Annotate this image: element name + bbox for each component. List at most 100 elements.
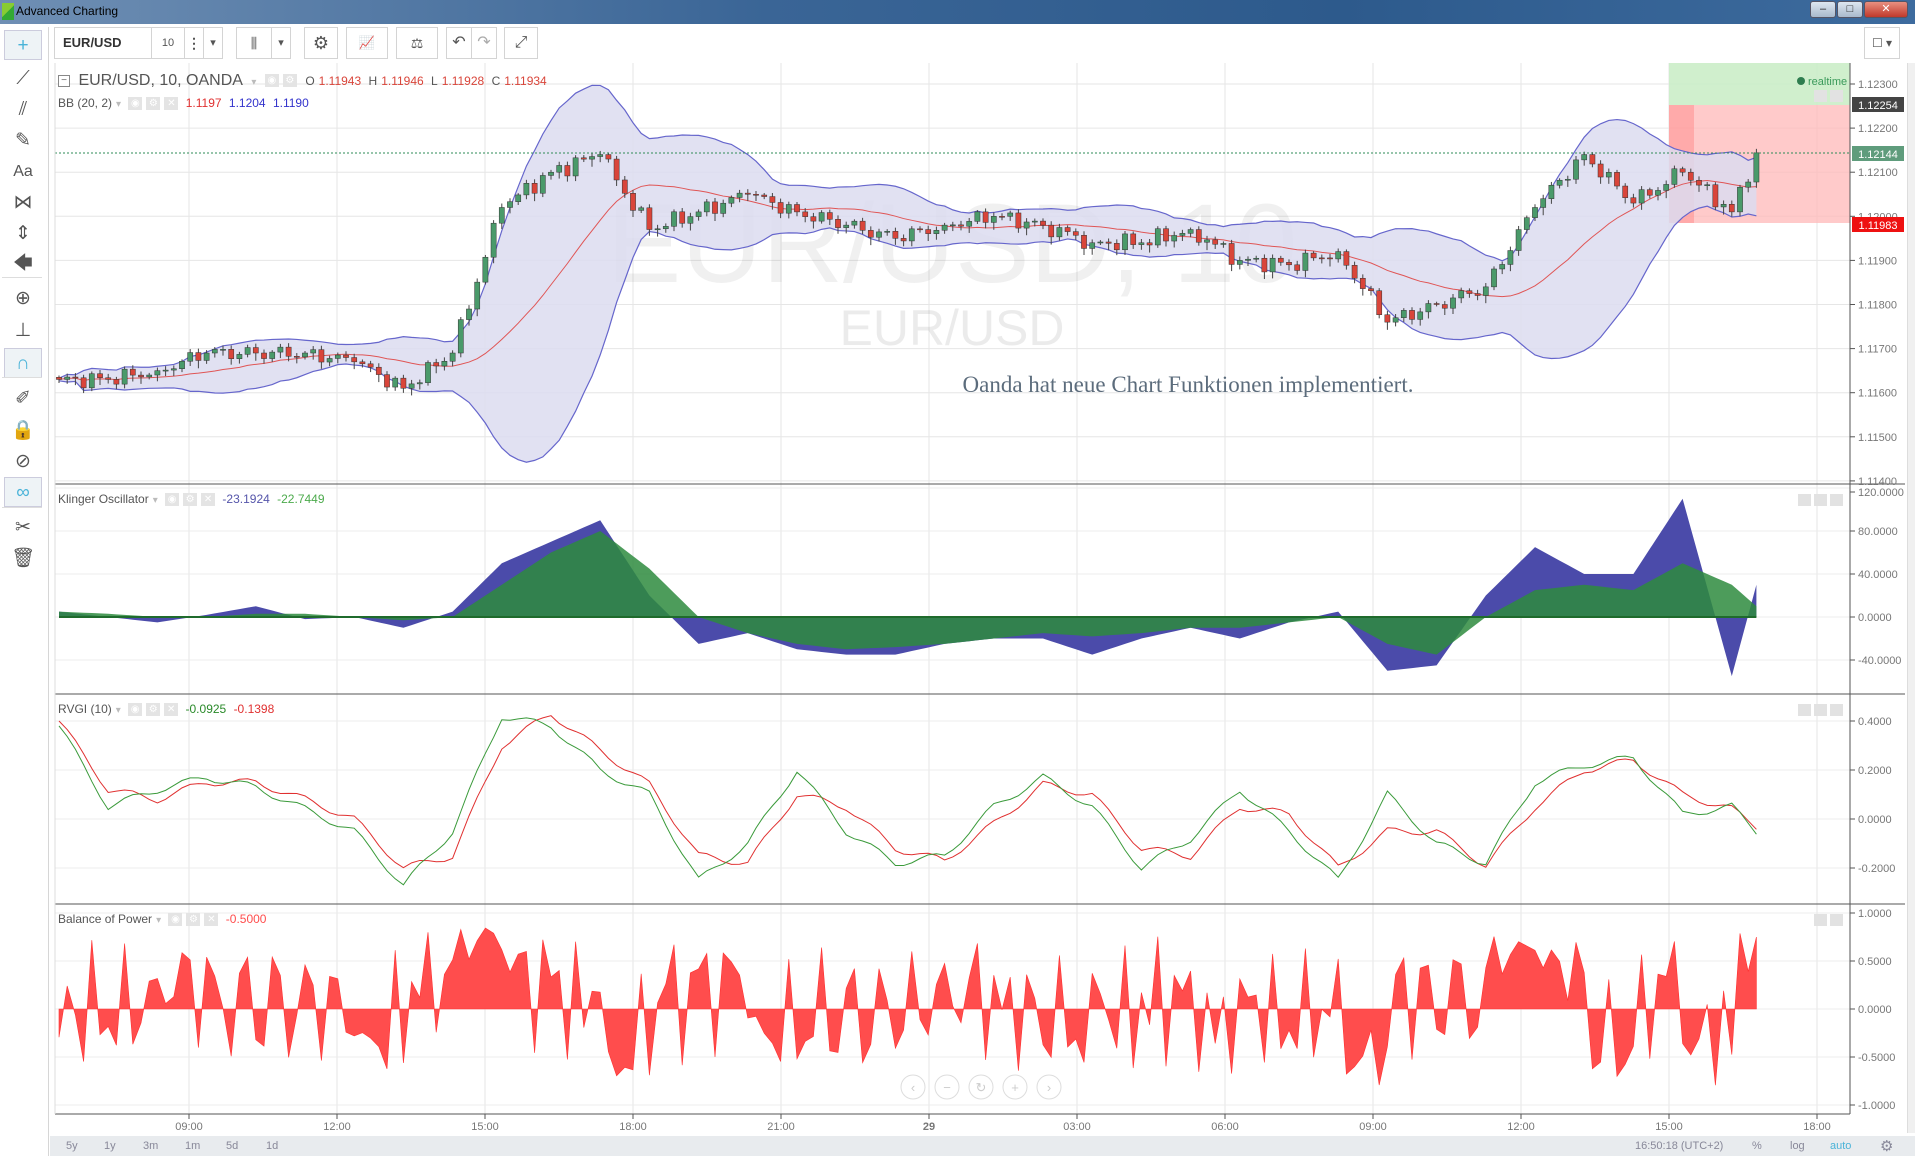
rvgi-label[interactable]: RVGI (10) xyxy=(58,702,112,716)
range-1m[interactable]: 1m xyxy=(185,1140,200,1152)
candle-body xyxy=(343,354,349,358)
klinger-eye-icon[interactable]: ◉ xyxy=(165,493,180,507)
clock-timezone[interactable]: 16:50:18 (UTC+2) xyxy=(1635,1140,1723,1152)
candle-body xyxy=(900,238,907,242)
auto-scale-toggle[interactable]: auto xyxy=(1830,1140,1851,1152)
candle xyxy=(56,375,62,383)
range-5d[interactable]: 5d xyxy=(226,1140,238,1152)
visibility-eye-icon[interactable]: ◉ xyxy=(264,74,279,88)
price-tick-label: 1.12200 xyxy=(1858,123,1898,135)
main-series-title[interactable]: EUR/USD, 10, OANDA xyxy=(78,72,242,89)
balance-of-power-plot xyxy=(58,927,1757,1086)
candle-body xyxy=(1655,190,1661,196)
klinger-label[interactable]: Klinger Oscillator xyxy=(58,492,149,506)
candle-body xyxy=(1499,264,1506,270)
rvgi-settings-icon[interactable]: ⚙ xyxy=(146,703,161,717)
pane-scale-button xyxy=(1814,704,1827,716)
range-5y[interactable]: 5y xyxy=(66,1140,78,1152)
rvgi-dropdown-icon[interactable]: ▾ xyxy=(116,705,121,716)
candle-body xyxy=(1450,297,1456,309)
candle-body xyxy=(826,212,833,220)
candle-body xyxy=(523,183,530,196)
log-scale-toggle[interactable]: log xyxy=(1790,1140,1805,1152)
candle-body xyxy=(1040,220,1046,226)
candle xyxy=(1737,184,1743,217)
candle-body xyxy=(728,197,735,204)
candle-body xyxy=(1212,239,1219,245)
bop-eye-icon[interactable]: ◉ xyxy=(168,913,183,927)
bb-dropdown-icon[interactable]: ▾ xyxy=(116,99,121,110)
candle-body xyxy=(1392,317,1399,323)
candle-body xyxy=(310,349,317,354)
candle-body xyxy=(1425,303,1432,313)
candle-body xyxy=(1466,290,1473,294)
candle-body xyxy=(334,354,341,359)
klinger-settings-icon[interactable]: ⚙ xyxy=(183,493,198,507)
bb-legend: BB (20, 2) ▾ ◉ ⚙ ✕ 1.1197 1.1204 1.1190 xyxy=(58,96,313,111)
candle-body xyxy=(810,216,817,222)
range-1d[interactable]: 1d xyxy=(266,1140,278,1152)
chart-annotation-text[interactable]: Oanda hat neue Chart Funktionen implemen… xyxy=(963,372,1414,397)
series-dropdown-icon[interactable]: ▾ xyxy=(251,77,256,88)
rvgi-eye-icon[interactable]: ◉ xyxy=(128,703,143,717)
pane-scale-button xyxy=(1830,494,1843,506)
candle-body xyxy=(170,368,177,371)
bop-dropdown-icon[interactable]: ▾ xyxy=(156,915,161,926)
range-3m[interactable]: 3m xyxy=(143,1140,158,1152)
time-tick-label: 12:00 xyxy=(323,1121,351,1133)
bb-settings-icon[interactable]: ⚙ xyxy=(146,97,161,111)
bop-label[interactable]: Balance of Power xyxy=(58,912,152,926)
candle-body xyxy=(498,207,505,224)
candle-body xyxy=(908,228,915,242)
candle-body xyxy=(630,193,636,211)
candle-body xyxy=(1171,235,1178,242)
chart-canvas[interactable]: EUR/USD, 10 EUR/USD 1.123001.122001.1210… xyxy=(0,0,1915,1156)
candle-body xyxy=(597,154,604,157)
bop-value: -0.5000 xyxy=(225,912,267,926)
candle-body xyxy=(539,175,546,194)
klinger-remove-icon[interactable]: ✕ xyxy=(201,493,216,507)
percent-scale-toggle[interactable]: % xyxy=(1752,1140,1762,1152)
bb-eye-icon[interactable]: ◉ xyxy=(128,97,143,111)
candle-body xyxy=(1318,257,1325,260)
vertical-scrollbar[interactable] xyxy=(1907,63,1915,1133)
collapse-icon[interactable]: − xyxy=(58,74,70,87)
candle-body xyxy=(884,231,891,233)
rvgi-remove-icon[interactable]: ✕ xyxy=(164,703,179,717)
candle-body xyxy=(925,229,932,234)
chart-navigation: ‹ − ↻ + › xyxy=(900,1074,1062,1100)
bottom-settings-gear-icon[interactable]: ⚙ xyxy=(1880,1137,1893,1155)
zoom-out-icon[interactable]: − xyxy=(934,1074,960,1100)
series-settings-icon[interactable]: ⚙ xyxy=(282,74,297,88)
zoom-in-icon[interactable]: + xyxy=(1002,1074,1028,1100)
chevron-left-icon[interactable]: ‹ xyxy=(900,1074,926,1100)
bop-remove-icon[interactable]: ✕ xyxy=(204,913,219,927)
candle-body xyxy=(203,352,210,361)
candle-body xyxy=(818,212,825,222)
candle-body xyxy=(1253,257,1260,260)
candle-body xyxy=(1146,242,1153,246)
candle-body xyxy=(1122,233,1128,251)
candle-body xyxy=(1679,168,1686,173)
candle-body xyxy=(507,201,513,208)
bb-label[interactable]: BB (20, 2) xyxy=(58,96,112,110)
candle-body xyxy=(859,220,866,231)
bb-remove-icon[interactable]: ✕ xyxy=(164,97,179,111)
candle-body xyxy=(1573,159,1579,180)
bop-settings-icon[interactable]: ⚙ xyxy=(186,913,201,927)
candle-body xyxy=(1007,212,1014,217)
last-price-label: 1.12144 xyxy=(1858,149,1898,161)
candle-body xyxy=(753,194,759,196)
candle-body xyxy=(1663,184,1670,191)
range-1y[interactable]: 1y xyxy=(104,1140,116,1152)
klinger-dropdown-icon[interactable]: ▾ xyxy=(153,495,158,506)
open-value: 1.11943 xyxy=(318,74,362,88)
candle-body xyxy=(1441,304,1448,309)
candle-body xyxy=(138,374,144,378)
candle-body xyxy=(1523,217,1530,230)
reset-icon[interactable]: ↻ xyxy=(968,1074,994,1100)
chevron-right-icon[interactable]: › xyxy=(1036,1074,1062,1100)
bottom-bar: 5y 1y 3m 1m 5d 1d 16:50:18 (UTC+2) % log… xyxy=(50,1136,1915,1156)
price-tick-label: 1.11800 xyxy=(1858,300,1897,312)
candle-body xyxy=(1204,239,1210,243)
